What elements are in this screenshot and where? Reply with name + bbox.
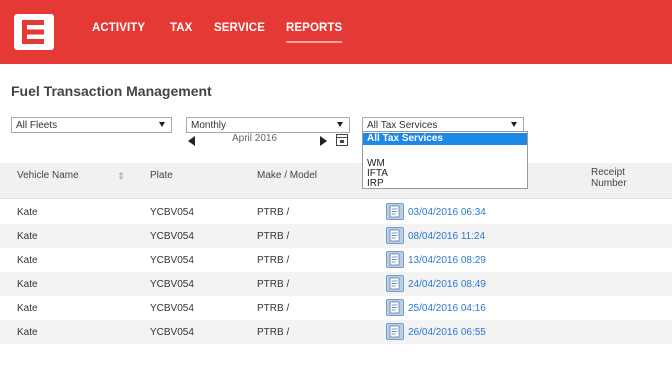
cell-plate: YCBV054 bbox=[150, 327, 194, 338]
tax-option-irp[interactable]: IRP bbox=[363, 178, 527, 190]
receipt-document-icon[interactable] bbox=[386, 227, 404, 244]
cell-vehicle-name: Kate bbox=[17, 207, 38, 218]
cell-datetime-link[interactable]: 03/04/2016 06:34 bbox=[408, 207, 486, 218]
arrow-right-icon[interactable] bbox=[320, 136, 327, 146]
table-row[interactable]: Kate YCBV054 PTRB / 26/04/2016 06:55 bbox=[0, 320, 672, 344]
brand-logo-icon[interactable] bbox=[14, 14, 54, 50]
cell-make-model: PTRB / bbox=[257, 279, 290, 290]
column-vehicle-name[interactable]: Vehicle Name bbox=[17, 170, 79, 181]
table-header: Vehicle Name Plate Make / Model Receipt … bbox=[0, 163, 672, 199]
cell-plate: YCBV054 bbox=[150, 255, 194, 266]
tax-service-dropdown: All Tax Services WM IFTA IRP bbox=[362, 131, 528, 189]
cell-make-model: PTRB / bbox=[257, 207, 290, 218]
cell-datetime-link[interactable]: 13/04/2016 08:29 bbox=[408, 255, 486, 266]
cell-vehicle-name: Kate bbox=[17, 255, 38, 266]
receipt-document-icon[interactable] bbox=[386, 251, 404, 268]
fleet-select-value: All Fleets bbox=[16, 120, 58, 131]
table-row[interactable]: Kate YCBV054 PTRB / 03/04/2016 06:34 bbox=[0, 200, 672, 224]
cell-datetime-link[interactable]: 25/04/2016 04:16 bbox=[408, 303, 486, 314]
period-select[interactable]: Monthly bbox=[186, 117, 350, 133]
cell-datetime-link[interactable]: 08/04/2016 11:24 bbox=[408, 231, 485, 242]
tax-service-select-value: All Tax Services bbox=[367, 120, 438, 131]
receipt-document-icon[interactable] bbox=[386, 299, 404, 316]
fleet-select[interactable]: All Fleets bbox=[11, 117, 172, 133]
table-row[interactable]: Kate YCBV054 PTRB / 24/04/2016 08:49 bbox=[0, 272, 672, 296]
cell-datetime-link[interactable]: 24/04/2016 08:49 bbox=[408, 279, 486, 290]
table-row[interactable]: Kate YCBV054 PTRB / 08/04/2016 11:24 bbox=[0, 224, 672, 248]
period-label: April 2016 bbox=[232, 133, 278, 144]
receipt-document-icon[interactable] bbox=[386, 203, 404, 220]
cell-plate: YCBV054 bbox=[150, 231, 194, 242]
table-row[interactable]: Kate YCBV054 PTRB / 13/04/2016 08:29 bbox=[0, 248, 672, 272]
column-receipt-line-2: Number bbox=[591, 178, 627, 189]
receipt-document-icon[interactable] bbox=[386, 275, 404, 292]
nav-activity[interactable]: ACTIVITY bbox=[92, 22, 145, 34]
period-select-value: Monthly bbox=[191, 120, 227, 131]
sort-icon[interactable]: ⇕ bbox=[117, 171, 125, 182]
cell-plate: YCBV054 bbox=[150, 303, 194, 314]
page-title: Fuel Transaction Management bbox=[11, 83, 212, 99]
column-receipt-number[interactable]: Receipt Number bbox=[591, 167, 627, 189]
cell-make-model: PTRB / bbox=[257, 303, 290, 314]
chevron-down-icon bbox=[159, 122, 165, 127]
receipt-document-icon[interactable] bbox=[386, 323, 404, 340]
cell-vehicle-name: Kate bbox=[17, 327, 38, 338]
chevron-down-icon bbox=[511, 122, 517, 127]
nav-tax[interactable]: TAX bbox=[170, 22, 192, 34]
column-receipt-line-1: Receipt bbox=[591, 167, 625, 178]
cell-vehicle-name: Kate bbox=[17, 279, 38, 290]
tax-option-all[interactable]: All Tax Services bbox=[363, 133, 527, 145]
chevron-down-icon bbox=[337, 122, 343, 127]
calendar-icon[interactable] bbox=[336, 134, 348, 146]
arrow-left-icon[interactable] bbox=[188, 136, 195, 146]
table-row[interactable]: Kate YCBV054 PTRB / 25/04/2016 04:16 bbox=[0, 296, 672, 320]
nav-service[interactable]: SERVICE bbox=[214, 22, 265, 34]
cell-plate: YCBV054 bbox=[150, 279, 194, 290]
cell-make-model: PTRB / bbox=[257, 327, 290, 338]
column-make-model[interactable]: Make / Model bbox=[257, 170, 317, 181]
cell-vehicle-name: Kate bbox=[17, 231, 38, 242]
nav-reports[interactable]: REPORTS bbox=[286, 22, 343, 43]
cell-datetime-link[interactable]: 26/04/2016 06:55 bbox=[408, 327, 486, 338]
cell-plate: YCBV054 bbox=[150, 207, 194, 218]
cell-make-model: PTRB / bbox=[257, 231, 290, 242]
top-nav-bar: ACTIVITY TAX SERVICE REPORTS bbox=[0, 0, 672, 64]
column-plate[interactable]: Plate bbox=[150, 170, 173, 181]
cell-vehicle-name: Kate bbox=[17, 303, 38, 314]
cell-make-model: PTRB / bbox=[257, 255, 290, 266]
